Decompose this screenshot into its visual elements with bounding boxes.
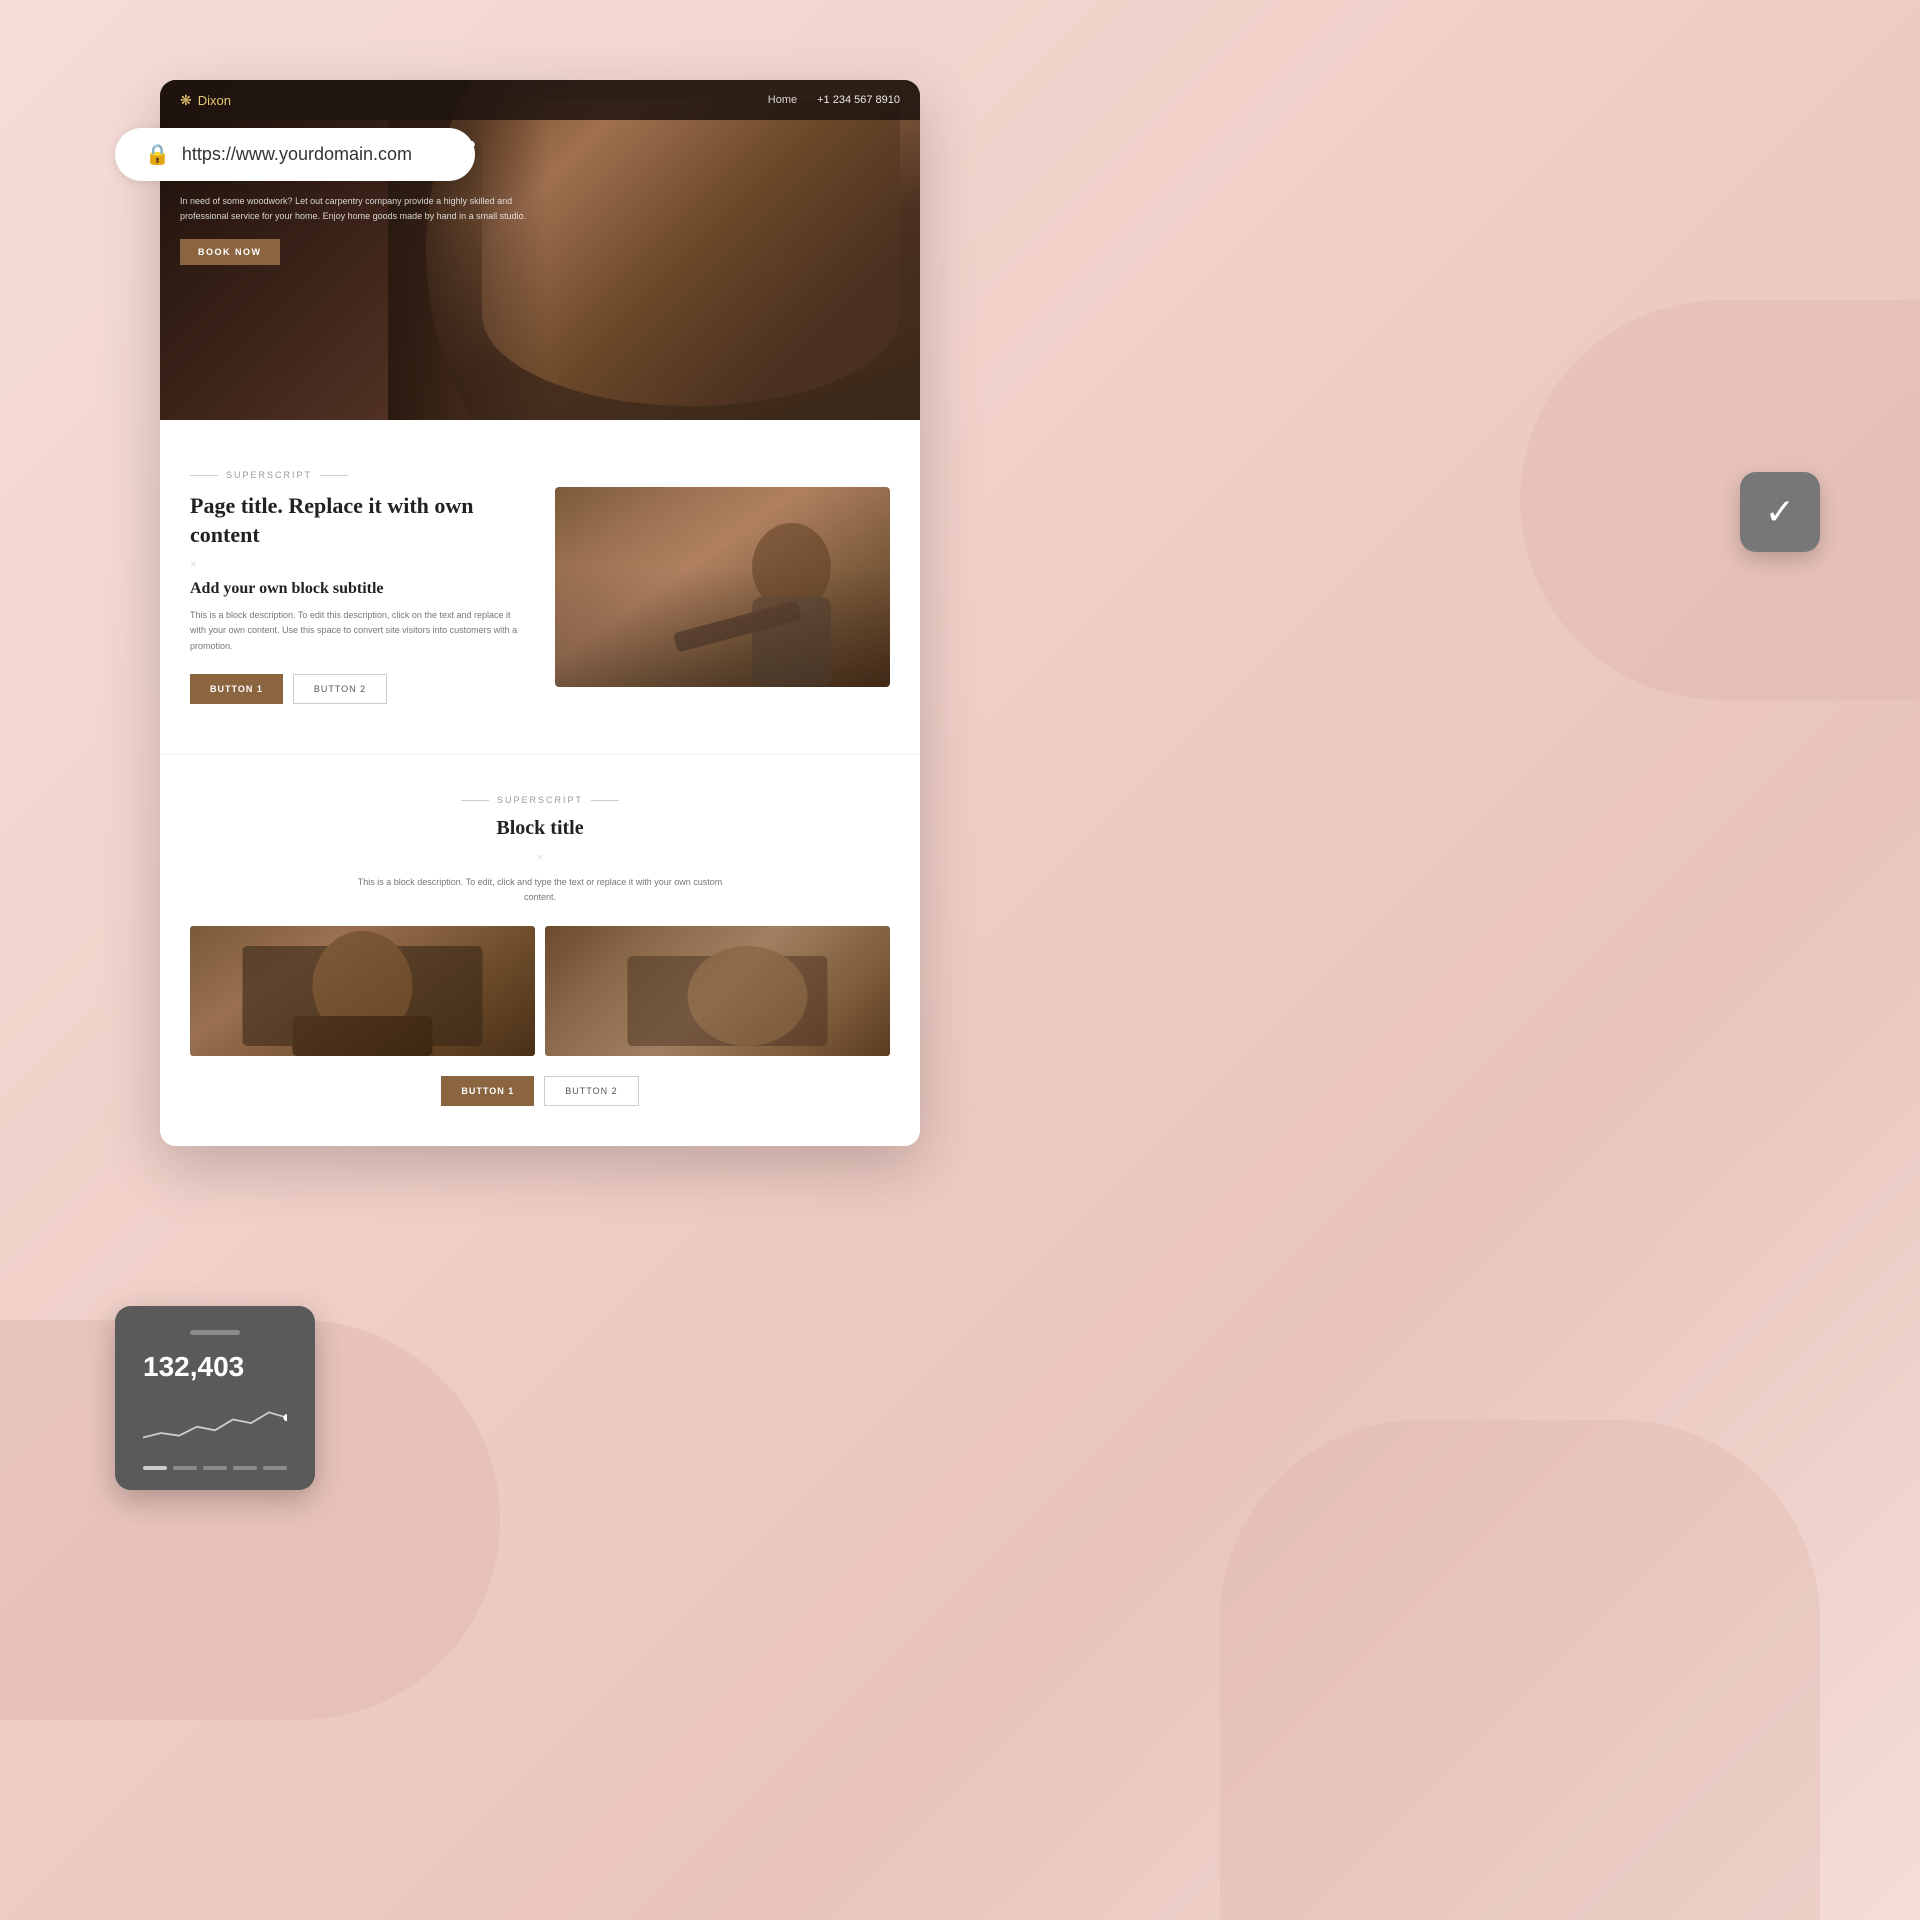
url-bar[interactable]: 🔒 https://www.yourdomain.com xyxy=(115,128,475,181)
section1-close-x: × xyxy=(190,557,525,572)
nav-links: Home +1 234 567 8910 xyxy=(768,94,900,106)
check-icon: ✓ xyxy=(1765,491,1795,533)
section2-btn-group: BUTTON 1 BUTTON 2 xyxy=(190,1076,890,1106)
section2-title: Block title xyxy=(190,817,890,840)
superscript-line-right xyxy=(320,475,348,476)
superscript2-line-right xyxy=(591,800,619,801)
carpenter-svg-1 xyxy=(555,487,890,687)
stats-dot-1 xyxy=(143,1466,167,1470)
section2-button2[interactable]: BUTTON 2 xyxy=(544,1076,638,1106)
superscript-text-1: SUPERSCRIPT xyxy=(226,470,312,480)
section1-button2[interactable]: BUTTON 2 xyxy=(293,674,387,704)
bg-decoration-right xyxy=(1520,300,1920,700)
section2-button1[interactable]: BUTTON 1 xyxy=(441,1076,534,1106)
section1-subtitle: Add your own block subtitle xyxy=(190,580,525,598)
text-column: SUPERSCRIPT Page title. Replace it with … xyxy=(190,470,525,704)
section-center: SUPERSCRIPT Block title × This is a bloc… xyxy=(160,754,920,1146)
section-two-col: SUPERSCRIPT Page title. Replace it with … xyxy=(160,420,920,754)
two-col-layout: SUPERSCRIPT Page title. Replace it with … xyxy=(190,470,890,704)
image-column-1 xyxy=(555,487,890,687)
superscript-2: SUPERSCRIPT xyxy=(190,795,890,805)
logo-icon: ❋ xyxy=(180,92,192,109)
stats-chart xyxy=(143,1399,287,1449)
grid-image-2 xyxy=(545,926,890,1056)
hero-description: In need of some woodwork? Let out carpen… xyxy=(180,194,530,223)
section1-title: Page title. Replace it with own content xyxy=(190,492,525,549)
stats-dot-3 xyxy=(203,1466,227,1470)
superscript2-line-left xyxy=(461,800,489,801)
home-link[interactable]: Home xyxy=(768,94,797,106)
navigation: ❋ Dixon Home +1 234 567 8910 xyxy=(160,80,920,120)
section2-close-x: × xyxy=(190,850,890,865)
url-text: https://www.yourdomain.com xyxy=(182,144,412,165)
section1-btn-group: BUTTON 1 BUTTON 2 xyxy=(190,674,525,704)
drag-handle[interactable] xyxy=(190,1330,240,1335)
bg-decoration-bottom xyxy=(1220,1420,1820,1920)
stats-number: 132,403 xyxy=(143,1351,287,1383)
logo-text: Dixon xyxy=(198,93,231,108)
section1-description: This is a block description. To edit thi… xyxy=(190,608,525,654)
grid-image-1 xyxy=(190,926,535,1056)
superscript-text-2: SUPERSCRIPT xyxy=(497,795,583,805)
image-grid xyxy=(190,926,890,1056)
book-now-button[interactable]: BOOK NOW xyxy=(180,239,280,265)
lock-icon: 🔒 xyxy=(145,142,170,167)
phone-number: +1 234 567 8910 xyxy=(817,94,900,106)
section2-description: This is a block description. To edit, cl… xyxy=(350,875,730,906)
superscript-line-left xyxy=(190,475,218,476)
grid-img-svg-1 xyxy=(190,926,535,1056)
stats-widget: 132,403 xyxy=(115,1306,315,1490)
section1-button1[interactable]: BUTTON 1 xyxy=(190,674,283,704)
stats-dot-5 xyxy=(263,1466,287,1470)
browser-window: ❋ Dixon Home +1 234 567 8910 Turn your h… xyxy=(160,80,920,1146)
check-badge: ✓ xyxy=(1740,472,1820,552)
site-logo: ❋ Dixon xyxy=(180,92,231,109)
stats-dot-2 xyxy=(173,1466,197,1470)
grid-img-svg-2 xyxy=(545,926,890,1056)
stats-pagination xyxy=(143,1466,287,1470)
worker-image-1 xyxy=(555,487,890,687)
stats-dot-4 xyxy=(233,1466,257,1470)
superscript-1: SUPERSCRIPT xyxy=(190,470,525,480)
